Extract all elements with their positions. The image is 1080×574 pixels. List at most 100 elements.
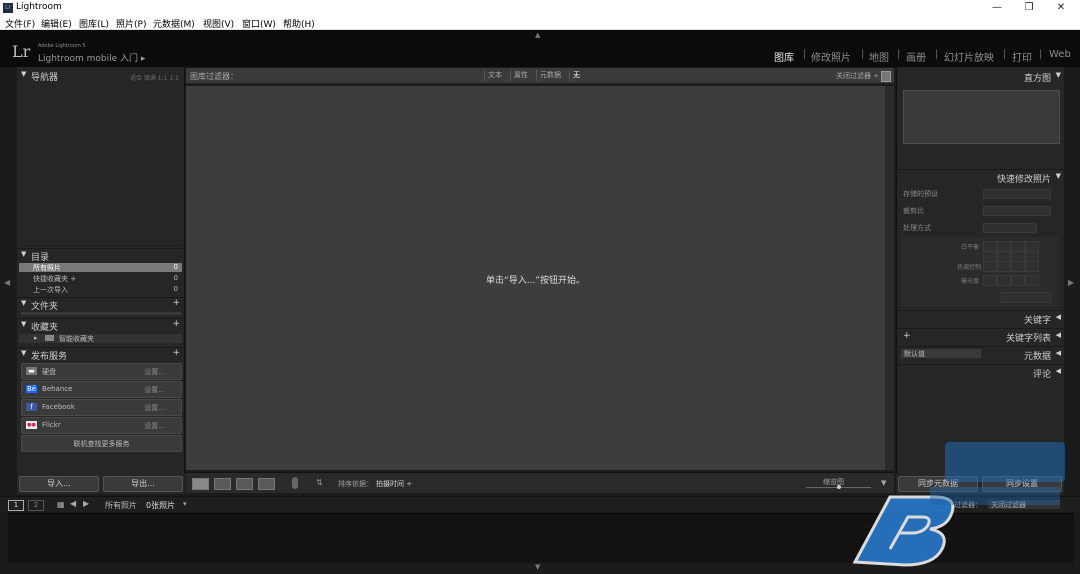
module-slideshow[interactable]: 幻灯片放映 <box>944 49 994 64</box>
menu-metadata[interactable]: 元数据(M) <box>153 17 195 30</box>
publish-service-setup[interactable]: 设置... <box>144 385 165 395</box>
menu-file[interactable]: 文件(F) <box>5 17 35 30</box>
publish-hard-drive[interactable]: ▬ 硬盘 设置... <box>21 363 182 380</box>
filter-preset-select[interactable]: 关闭过滤器 ÷ <box>836 71 879 81</box>
treatment-label: 处理方式 <box>903 224 931 232</box>
forward-arrow-icon[interactable]: ▶ <box>83 499 89 508</box>
adjust-button[interactable] <box>983 275 997 286</box>
grid-icon[interactable]: ▦ <box>57 500 65 509</box>
filmstrip-source[interactable]: 所有照片 <box>105 500 137 511</box>
adjust-button[interactable] <box>1025 261 1039 272</box>
primary-window-button[interactable]: 1 <box>8 500 24 511</box>
reset-all-button[interactable] <box>1001 292 1051 303</box>
navigator-header[interactable]: ▼ 导航器 适合 填满 1:1 1:1 <box>17 69 185 83</box>
compare-view-button[interactable] <box>236 478 253 490</box>
catalog-item-quick-collection[interactable]: 快捷收藏夹 + 0 <box>19 274 182 283</box>
navigator-preview[interactable] <box>21 83 181 246</box>
publish-service-setup[interactable]: 设置... <box>144 367 165 377</box>
add-publish-service-icon[interactable]: + <box>172 348 180 358</box>
module-web[interactable]: Web <box>1049 49 1071 60</box>
export-button[interactable]: 导出... <box>103 476 183 492</box>
disclosure-triangle-icon: ▼ <box>21 320 27 328</box>
adjust-button[interactable] <box>983 261 997 272</box>
publish-services-header[interactable]: ▼ 发布服务 + <box>17 347 185 362</box>
survey-view-button[interactable] <box>258 478 275 490</box>
lightroom-logo: Lr <box>12 42 31 61</box>
quick-develop-crop-ratio: 裁剪比 <box>901 204 1061 218</box>
histogram-header[interactable]: 直方图 ▼ <box>897 69 1065 84</box>
module-book[interactable]: 画册 <box>906 49 926 64</box>
back-arrow-icon[interactable]: ◀ <box>70 499 76 508</box>
adjust-button[interactable] <box>997 261 1011 272</box>
secondary-window-button[interactable]: 2 <box>28 500 44 511</box>
catalog-header[interactable]: ▼ 目录 <box>17 248 185 263</box>
lightroom-mobile-link[interactable]: Lightroom mobile 入门 ▸ <box>38 51 145 64</box>
publish-facebook[interactable]: f Facebook 设置... <box>21 399 182 416</box>
find-more-services-button[interactable]: 联机查找更多服务 <box>21 435 182 452</box>
restore-button[interactable]: ❐ <box>1012 0 1046 16</box>
adjust-button[interactable] <box>1011 261 1025 272</box>
spray-can-icon[interactable] <box>292 477 298 489</box>
navigator-title: 导航器 <box>31 73 59 83</box>
grid-scrollbar[interactable] <box>885 86 894 470</box>
adjust-button[interactable] <box>997 275 1011 286</box>
add-collection-icon[interactable]: + <box>172 319 180 329</box>
collapse-filmstrip-icon[interactable]: ▼ <box>535 563 540 571</box>
adjust-button[interactable] <box>1011 275 1025 286</box>
smart-collections-set[interactable]: ▸ 智能收藏夹 <box>19 334 182 343</box>
navigator-zoom-options[interactable]: 适合 填满 1:1 1:1 <box>130 73 179 82</box>
minimize-button[interactable]: — <box>980 0 1014 16</box>
title-bar: Lr Lightroom — ❐ ✕ <box>0 0 1080 16</box>
add-folder-icon[interactable]: + <box>172 298 180 308</box>
close-button[interactable]: ✕ <box>1044 0 1078 16</box>
module-print[interactable]: 打印 <box>1012 49 1032 64</box>
catalog-item-all-photos[interactable]: 所有照片 0 <box>19 263 182 272</box>
menu-photo[interactable]: 照片(P) <box>116 17 146 30</box>
crop-ratio-select[interactable] <box>983 206 1051 216</box>
lock-icon[interactable] <box>881 71 891 82</box>
publish-service-setup[interactable]: 设置... <box>144 421 165 431</box>
filter-tab-attribute[interactable]: 属性 <box>510 70 531 81</box>
module-library[interactable]: 图库 <box>774 49 794 64</box>
keywording-header[interactable]: 关键字 ◀ <box>897 310 1065 326</box>
sort-direction-icon[interactable]: ⇅ <box>316 478 323 487</box>
sort-select[interactable]: 拍摄时间 ÷ <box>376 479 412 489</box>
module-map[interactable]: 地图 <box>869 49 889 64</box>
publish-behance[interactable]: Bē Behance 设置... <box>21 381 182 398</box>
collections-header[interactable]: ▼ 收藏夹 + <box>17 318 185 333</box>
menu-help[interactable]: 帮助(H) <box>283 17 315 30</box>
metadata-header[interactable]: 默认值 元数据 ◀ <box>897 346 1065 362</box>
menu-view[interactable]: 视图(V) <box>203 17 234 30</box>
comments-header[interactable]: 评论 ◀ <box>897 364 1065 380</box>
menu-window[interactable]: 窗口(W) <box>242 17 276 30</box>
filter-tab-none[interactable]: 无 <box>569 70 583 81</box>
quick-develop-header[interactable]: 快速修改照片 ▼ <box>897 169 1065 185</box>
sort-label: 排序依据： <box>338 480 373 488</box>
menu-library[interactable]: 图库(L) <box>79 17 109 30</box>
folders-header[interactable]: ▼ 文件夹 + <box>17 297 185 312</box>
adjust-button[interactable] <box>1025 275 1039 286</box>
collapse-top-panel-icon[interactable]: ▲ <box>535 31 540 39</box>
filter-tab-metadata[interactable]: 元数据 <box>536 70 564 81</box>
module-develop[interactable]: 修改照片 <box>811 49 851 64</box>
catalog-item-previous-import[interactable]: 上一次导入 0 <box>19 285 182 294</box>
add-keyword-icon[interactable]: + <box>903 331 911 341</box>
metadata-preset-select[interactable]: 默认值 <box>901 349 981 358</box>
grid-view-button[interactable] <box>192 478 209 490</box>
crop-ratio-label: 裁剪比 <box>903 207 924 215</box>
collapse-left-panel-icon[interactable]: ◀ <box>4 278 10 287</box>
collapse-right-panel-icon[interactable]: ▶ <box>1068 278 1074 287</box>
import-button[interactable]: 导入... <box>19 476 99 492</box>
hard-drive-icon: ▬ <box>26 367 37 375</box>
publish-flickr[interactable]: ●● Flickr 设置... <box>21 417 182 434</box>
source-dropdown-icon[interactable]: ▾ <box>183 500 187 508</box>
saved-preset-select[interactable] <box>983 189 1051 199</box>
thumbnail-size-knob[interactable] <box>836 485 841 489</box>
filter-tab-text[interactable]: 文本 <box>484 70 505 81</box>
keyword-list-header[interactable]: + 关键字列表 ◀ <box>897 328 1065 344</box>
loupe-view-button[interactable] <box>214 478 231 490</box>
publish-service-setup[interactable]: 设置... <box>144 403 165 413</box>
treatment-select[interactable] <box>983 223 1037 233</box>
menu-edit[interactable]: 编辑(E) <box>41 17 72 30</box>
grid-view[interactable]: 单击“导入...”按钮开始。 <box>186 86 885 470</box>
